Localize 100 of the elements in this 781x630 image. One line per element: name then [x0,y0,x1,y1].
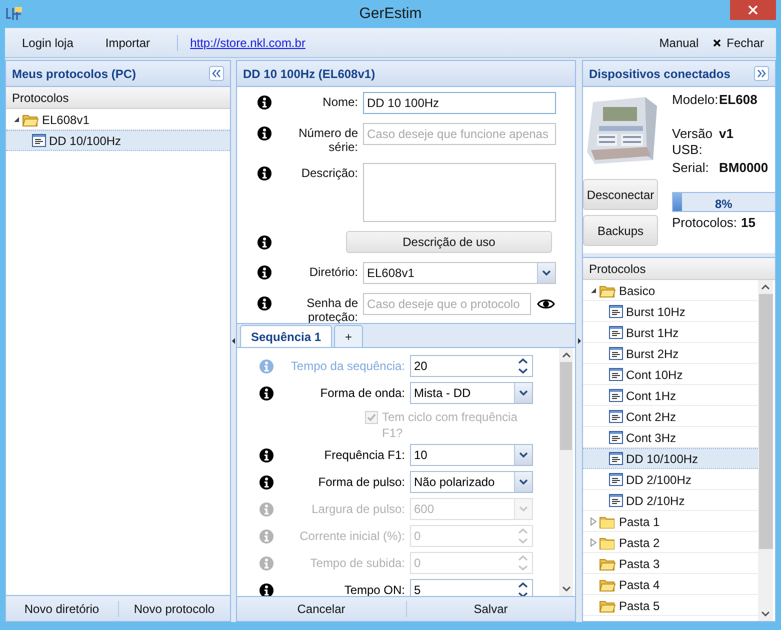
document-icon [609,305,623,318]
close-app-button[interactable]: Fechar [712,34,764,52]
text-field[interactable]: Caso deseje que funcione apenas [363,123,556,145]
dropdown-field[interactable]: Mista - DD [410,382,533,404]
scrollbar[interactable] [559,348,573,596]
toolbar-button[interactable]: Importar [100,34,156,52]
info-value: EL608 [719,92,758,108]
tree-item[interactable]: Burst 2Hz [583,343,758,364]
info-label: Serial: [672,160,710,176]
tab[interactable]: + [334,325,364,347]
collapse-left-icon[interactable] [209,66,224,81]
document-icon [609,452,623,465]
description-field[interactable] [363,163,556,222]
checkmark-icon [367,413,376,422]
toolbar-button[interactable]: Manual [659,34,699,52]
tree-item[interactable]: Burst 1Hz [583,322,758,343]
expand-triangle-icon[interactable] [590,538,597,547]
number-field[interactable]: 5 [410,579,533,596]
checkbox-label: Tem ciclo com frequência F1? [382,409,518,441]
column-header: Protocolos [583,258,775,280]
folder-icon [599,598,616,612]
tree-item[interactable]: Pasta 5 [583,595,758,616]
document-icon [609,494,623,507]
info-icon [259,386,274,400]
dropdown-button[interactable] [537,263,555,283]
document-icon [609,326,623,339]
footer-button[interactable]: Salvar [406,597,575,621]
store-link[interactable]: http://store.nkl.com.br [190,34,306,52]
chevron-down-icon [519,506,528,512]
collapse-triangle-icon[interactable] [590,287,597,294]
dropdown-field[interactable]: 10 [410,444,533,466]
tree-item[interactable]: Pasta 2 [583,532,758,553]
document-icon [609,473,623,486]
field-label: Corrente inicial (%): [298,528,405,545]
tree-item[interactable]: DD 2/10Hz [583,490,758,511]
field-label: Forma de pulso: [317,474,405,491]
tree-item[interactable]: Pasta 3 [583,553,758,574]
info-icon [257,265,272,280]
window-title: GerEstim [359,4,422,24]
panel-title: Dispositivos conectados [589,66,730,82]
document-icon [609,431,623,444]
dropdown-field[interactable]: EL608v1 [363,262,556,284]
info-value: v1 [719,126,734,142]
info-icon [257,234,272,250]
document-icon [609,368,623,381]
toolbar-button[interactable]: Login loja [17,34,78,52]
info-icon [257,95,272,110]
chevron-down-icon [542,270,551,276]
close-icon [748,5,758,15]
collapse-triangle-icon[interactable] [13,116,20,123]
close-icon [712,38,721,46]
expand-triangle-icon[interactable] [590,517,597,526]
field-label: Tempo da sequência: [290,358,405,375]
folder-icon [22,112,39,126]
field-label: Senha de proteção: [306,296,358,324]
field-label: Diretório: [308,265,358,279]
dropdown-button[interactable] [514,383,532,403]
dropdown-field[interactable]: Não polarizado [410,471,533,493]
info-label: Versão USB: [672,126,714,158]
tree-item[interactable]: Cont 10Hz [583,364,758,385]
usage-description-button[interactable]: Descrição de uso [346,231,552,253]
document-icon [609,410,623,423]
info-icon [259,448,274,462]
chevron-down-icon [519,479,528,485]
tree-item[interactable]: Pasta 4 [583,574,758,595]
collapse-right-icon[interactable] [754,66,769,81]
document-icon [32,134,46,147]
tree-item[interactable]: Cont 1Hz [583,385,758,406]
info-icon [259,582,274,596]
close-button[interactable] [730,0,776,20]
tab[interactable]: Sequência 1 [240,325,332,347]
folder-icon [599,514,616,528]
footer-button[interactable]: Novo diretório [6,596,118,621]
chevron-down-icon [519,390,528,396]
footer-button[interactable]: Novo protocolo [118,596,230,621]
tree-item[interactable]: DD 10/100Hz [583,448,758,469]
eye-icon[interactable] [537,298,555,310]
tree-item[interactable]: Cont 2Hz [583,406,758,427]
device-button[interactable]: Backups [583,215,658,246]
dropdown-button[interactable] [514,445,532,465]
tree-item[interactable]: Basico [583,280,758,301]
info-label: Modelo: [672,92,716,108]
footer-button[interactable]: Cancelar [237,597,406,621]
tree-item[interactable]: Burst 10Hz [583,301,758,322]
dropdown-button[interactable] [514,472,532,492]
number-field[interactable]: 20 [410,355,533,377]
scrollbar[interactable] [758,280,773,621]
folder-icon [599,578,616,592]
info-label: Protocolos: [672,214,738,232]
tree-item[interactable]: DD 2/100Hz [583,469,758,490]
info-icon [257,296,272,311]
field-label: Largura de pulso: [310,501,405,518]
text-field[interactable]: DD 10 100Hz [363,92,556,114]
info-icon [259,502,274,516]
info-icon [257,166,272,181]
info-icon [257,126,272,141]
device-button[interactable]: Desconectar [583,179,658,210]
tree-item[interactable]: Pasta 1 [583,511,758,532]
text-field[interactable]: Caso deseje que o protocolo [363,293,531,315]
tree-item[interactable]: DD 10/100Hz [6,130,230,151]
